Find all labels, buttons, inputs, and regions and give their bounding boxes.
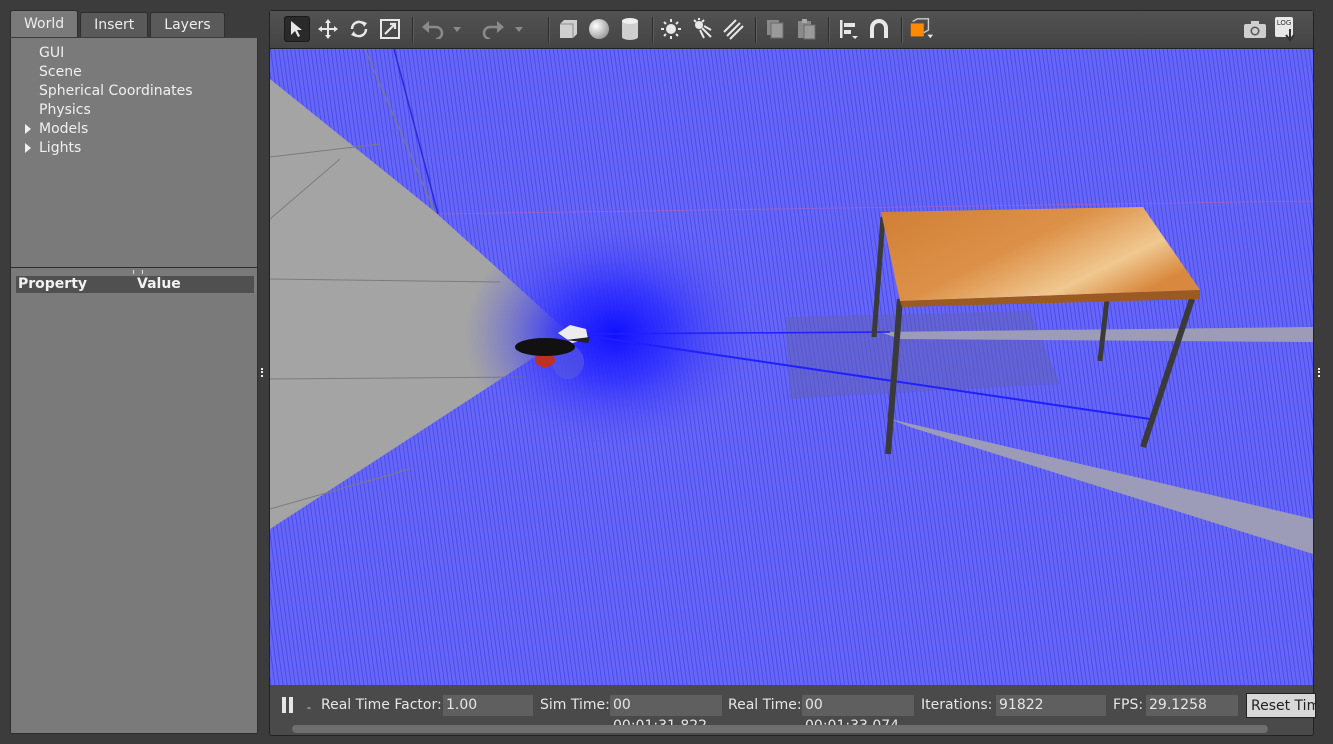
- sim-time-label: Sim Time:: [540, 697, 610, 713]
- fps-field: 29.1258: [1146, 695, 1238, 716]
- tree-item-label: GUI: [39, 45, 65, 61]
- tree-item-label: Physics: [39, 102, 91, 118]
- rotate-icon[interactable]: [346, 16, 372, 42]
- splitter-handle[interactable]: [133, 270, 143, 274]
- property-panel: Property Value: [10, 268, 258, 734]
- toolbar: LOG: [270, 11, 1313, 49]
- tab-insert[interactable]: Insert: [80, 12, 149, 37]
- pause-icon[interactable]: [282, 697, 294, 713]
- left-panel: World Insert Layers GUI Scene Spherical …: [0, 0, 262, 744]
- tree-item-models[interactable]: Models: [25, 120, 89, 139]
- step-dash: -: [307, 701, 311, 714]
- translate-icon[interactable]: [315, 16, 341, 42]
- expand-arrow-icon[interactable]: [25, 143, 31, 153]
- copy-icon[interactable]: [762, 16, 788, 42]
- real-time-factor-field: 1.00: [443, 695, 533, 716]
- sim-time-field: 00 00:01:31.822: [610, 695, 722, 734]
- tree-item-lights[interactable]: Lights: [25, 139, 82, 158]
- real-time-field: 00 00:01:33.074: [802, 695, 914, 734]
- log-icon-label: LOG: [1277, 19, 1292, 27]
- toolbar-separator: [412, 17, 414, 43]
- reset-time-button[interactable]: Reset Time: [1246, 693, 1316, 718]
- toolbar-separator: [652, 17, 654, 43]
- toolbar-separator: [755, 17, 757, 43]
- world-tree: GUI Scene Spherical Coordinates Physics …: [10, 38, 258, 268]
- redo-icon[interactable]: [480, 16, 506, 42]
- toolbar-separator: [828, 17, 830, 43]
- tree-item-scene[interactable]: Scene: [39, 63, 82, 82]
- tree-item-spherical-coordinates[interactable]: Spherical Coordinates: [39, 82, 193, 101]
- undo-icon[interactable]: [420, 16, 446, 42]
- toolbar-separator: [901, 17, 903, 43]
- camera-icon[interactable]: [1242, 16, 1268, 42]
- directional-light-icon[interactable]: [720, 16, 746, 42]
- panel-tabs: World Insert Layers: [10, 10, 225, 38]
- fps-label: FPS:: [1113, 697, 1144, 713]
- tree-item-label: Spherical Coordinates: [39, 83, 193, 99]
- tree-item-label: Scene: [39, 64, 82, 80]
- log-icon[interactable]: LOG: [1272, 16, 1298, 42]
- real-time-factor-label: Real Time Factor:: [321, 697, 442, 713]
- tab-world[interactable]: World: [10, 10, 79, 37]
- scene-render[interactable]: [270, 49, 1313, 685]
- tree-item-label: Lights: [39, 140, 82, 156]
- property-column-header[interactable]: Property: [18, 276, 87, 293]
- toolbar-separator: [548, 17, 550, 43]
- 3d-viewport[interactable]: [270, 49, 1313, 685]
- tree-item-physics[interactable]: Physics: [39, 101, 91, 120]
- select-arrow-icon[interactable]: [284, 16, 310, 42]
- magnet-icon[interactable]: [866, 16, 892, 42]
- expand-arrow-icon[interactable]: [25, 124, 31, 134]
- align-icon[interactable]: [835, 16, 861, 42]
- iterations-field: 91822: [996, 695, 1106, 716]
- tree-item-label: Models: [39, 121, 89, 137]
- scale-icon[interactable]: [377, 16, 403, 42]
- horizontal-scrollbar[interactable]: [292, 725, 1268, 733]
- iterations-label: Iterations:: [921, 697, 993, 713]
- sphere-icon[interactable]: [586, 16, 612, 42]
- view-angle-icon[interactable]: [908, 16, 934, 42]
- status-bar: - Real Time Factor: 1.00 Sim Time: 00 00…: [270, 686, 1316, 734]
- value-column-header[interactable]: Value: [137, 276, 181, 293]
- spot-light-icon[interactable]: [689, 16, 715, 42]
- right-panel-resize-handle[interactable]: [1318, 368, 1323, 377]
- cylinder-icon[interactable]: [617, 16, 643, 42]
- paste-icon[interactable]: [793, 16, 819, 42]
- point-light-icon[interactable]: [658, 16, 684, 42]
- tab-layers[interactable]: Layers: [150, 12, 225, 37]
- box-icon[interactable]: [555, 16, 581, 42]
- left-panel-resize-handle[interactable]: [261, 368, 266, 377]
- redo-history-chevron-down-icon[interactable]: [513, 16, 525, 42]
- property-header: Property Value: [16, 276, 254, 293]
- tree-item-gui[interactable]: GUI: [39, 44, 64, 63]
- real-time-label: Real Time:: [728, 697, 802, 713]
- undo-history-chevron-down-icon[interactable]: [451, 16, 463, 42]
